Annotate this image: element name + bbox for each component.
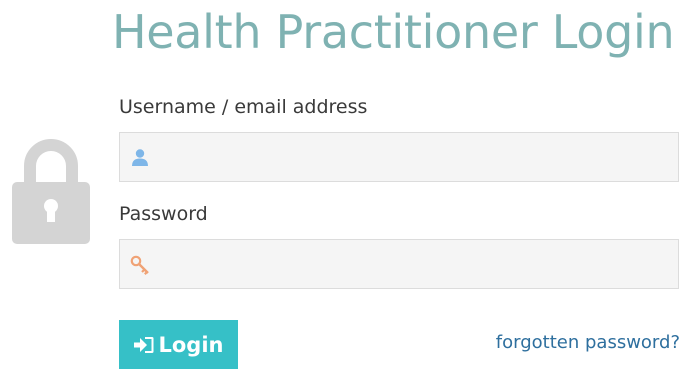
username-input[interactable]: [160, 133, 670, 181]
forgotten-password-link[interactable]: forgotten password?: [496, 331, 680, 355]
username-field-container: [119, 132, 679, 182]
page-title: Health Practitioner Login: [112, 5, 675, 59]
password-field-container: [119, 239, 679, 289]
username-label: Username / email address: [119, 96, 368, 118]
password-label: Password: [119, 203, 208, 225]
user-icon: [132, 149, 148, 166]
sign-in-icon: [133, 336, 153, 353]
login-button-label: Login: [158, 332, 224, 357]
login-button[interactable]: Login: [119, 320, 238, 369]
password-input[interactable]: [160, 240, 670, 288]
login-page: Health Practitioner Login Username / ema…: [0, 0, 688, 369]
padlock-icon: [12, 139, 90, 244]
key-icon: [130, 255, 149, 275]
